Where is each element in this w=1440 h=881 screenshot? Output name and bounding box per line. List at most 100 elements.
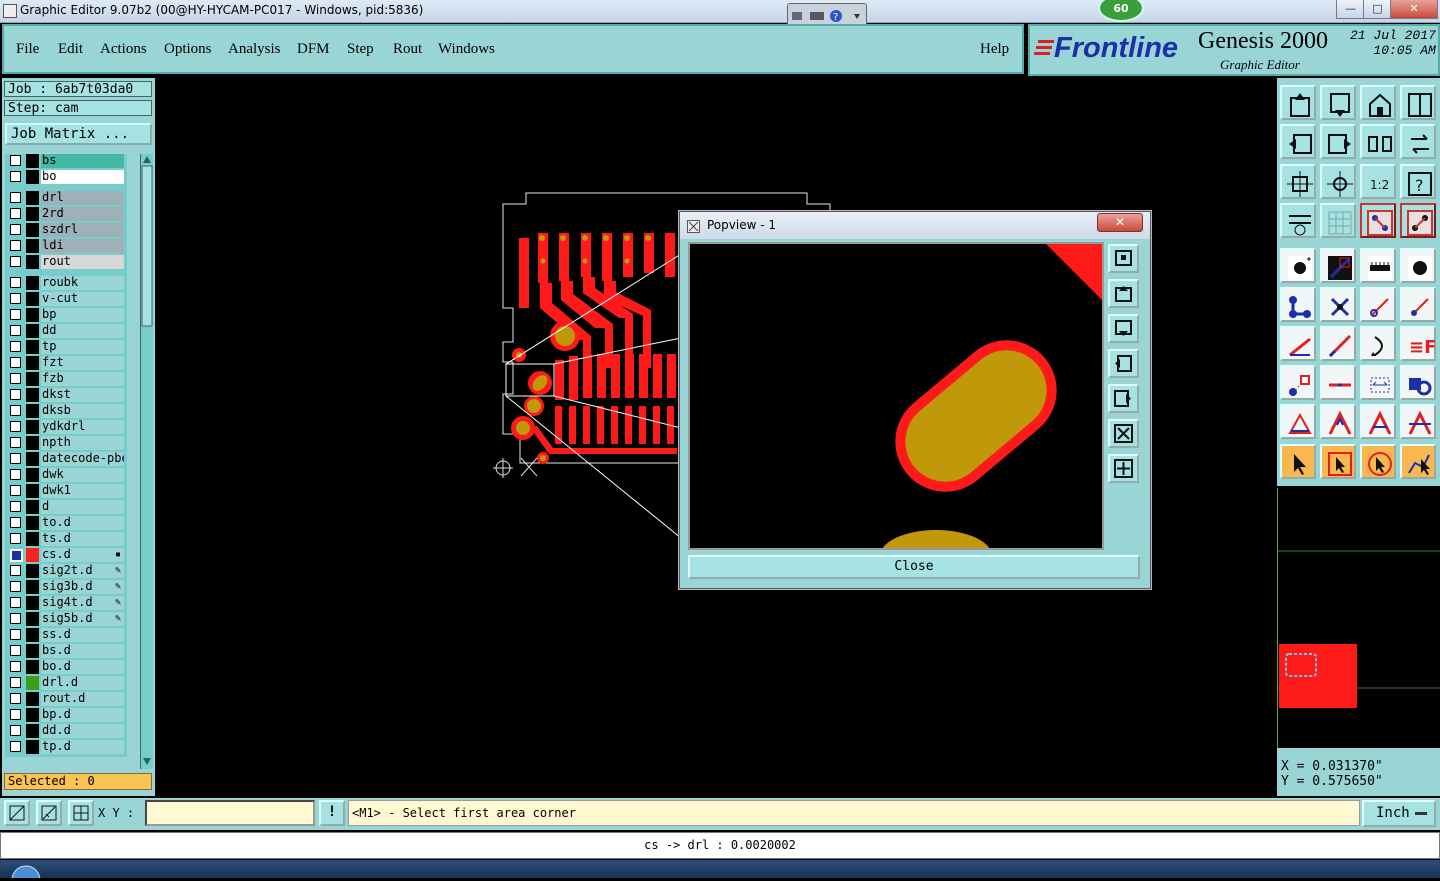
angle-line-button[interactable] xyxy=(1280,326,1316,361)
layer-name[interactable]: bp xyxy=(41,308,124,322)
layer-color-swatch[interactable] xyxy=(26,170,39,184)
select-box-button[interactable] xyxy=(1320,444,1356,479)
grid-mode-button[interactable] xyxy=(68,800,94,826)
layer-name[interactable]: bs.d xyxy=(41,644,124,658)
menu-windows[interactable]: Windows xyxy=(438,41,495,58)
layer-checkbox[interactable] xyxy=(10,155,21,166)
layer-color-swatch[interactable] xyxy=(26,388,39,402)
popview-pan-down-button[interactable] xyxy=(1108,314,1139,343)
layer-checkbox[interactable] xyxy=(10,437,21,448)
layer-checkbox[interactable] xyxy=(10,405,21,416)
layer-color-swatch[interactable] xyxy=(26,308,39,322)
start-button-icon[interactable] xyxy=(0,860,60,881)
layer-row[interactable]: dksb xyxy=(5,404,127,418)
layer-row[interactable]: sig5b.d ✎ xyxy=(5,612,127,626)
layer-row[interactable]: 2rd xyxy=(5,207,127,221)
menu-step[interactable]: Step xyxy=(347,41,374,58)
layer-row[interactable]: drl.d xyxy=(5,676,127,690)
menu-help[interactable]: Help xyxy=(980,41,1009,58)
layer-name[interactable]: dkst xyxy=(41,388,124,402)
layer-color-swatch[interactable] xyxy=(26,255,39,269)
layer-checkbox[interactable] xyxy=(10,357,21,368)
layer-row[interactable]: rout xyxy=(5,255,127,269)
popview-pan-up-button[interactable] xyxy=(1108,279,1139,308)
popview-zoom-out-button[interactable] xyxy=(1108,419,1139,448)
popview-close-x-button[interactable]: ✕ xyxy=(1097,213,1143,232)
popview-zoom-fit-button[interactable] xyxy=(1108,244,1139,273)
layer-checkbox[interactable] xyxy=(10,629,21,640)
layer-color-swatch[interactable] xyxy=(26,223,39,237)
grid-view-button[interactable] xyxy=(1320,203,1356,238)
add-line-button[interactable] xyxy=(1320,248,1356,283)
layer-row[interactable]: szdrl xyxy=(5,223,127,237)
layer-color-swatch[interactable] xyxy=(26,324,39,338)
layer-color-swatch[interactable] xyxy=(26,740,39,754)
layer-name[interactable]: bo xyxy=(41,170,124,184)
layer-checkbox[interactable] xyxy=(10,613,21,624)
menu-actions[interactable]: Actions xyxy=(100,41,147,58)
layer-color-swatch[interactable] xyxy=(26,292,39,306)
layer-color-swatch[interactable] xyxy=(26,532,39,546)
layer-name[interactable]: v-cut xyxy=(41,292,124,306)
layer-name[interactable]: szdrl xyxy=(41,223,124,237)
measure-mode-button[interactable] xyxy=(36,800,62,826)
layer-row[interactable]: dd.d xyxy=(5,724,127,738)
layer-color-swatch[interactable] xyxy=(26,404,39,418)
zoom-extents-button[interactable] xyxy=(1280,164,1316,199)
layer-color-swatch[interactable] xyxy=(26,500,39,514)
layer-row[interactable]: d xyxy=(5,500,127,514)
snap-mode-button[interactable] xyxy=(4,800,30,826)
layer-name[interactable]: ydkdrl xyxy=(41,420,124,434)
select-pointer-button[interactable] xyxy=(1280,444,1316,479)
layer-checkbox[interactable] xyxy=(10,309,21,320)
layer-checkbox[interactable] xyxy=(10,373,21,384)
help-button[interactable]: ? xyxy=(1400,164,1436,199)
layer-color-swatch[interactable] xyxy=(26,692,39,706)
layer-row[interactable]: dkst xyxy=(5,388,127,402)
select-path-button[interactable] xyxy=(1400,444,1436,479)
layer-checkbox[interactable] xyxy=(10,277,21,288)
layer-color-swatch[interactable] xyxy=(26,468,39,482)
arc-button[interactable] xyxy=(1360,326,1396,361)
layer-checkbox[interactable] xyxy=(10,240,21,251)
layer-row[interactable]: roubk xyxy=(5,276,127,290)
connect-pads-button[interactable] xyxy=(1280,287,1316,322)
layer-checkbox[interactable] xyxy=(10,709,21,720)
layer-name[interactable]: cs.d xyxy=(41,548,124,562)
layer-row[interactable]: sig4t.d ✎ xyxy=(5,596,127,610)
home-button[interactable] xyxy=(1360,85,1396,120)
layer-checkbox[interactable] xyxy=(10,293,21,304)
layer-row[interactable]: cs.d ▪ xyxy=(5,548,127,562)
contour-button[interactable] xyxy=(1400,404,1436,439)
layer-checkbox[interactable] xyxy=(10,565,21,576)
layer-name[interactable]: tp.d xyxy=(41,740,124,754)
layer-row[interactable]: dwk xyxy=(5,468,127,482)
scale-button[interactable]: 1:2 xyxy=(1360,164,1396,199)
layer-color-swatch[interactable] xyxy=(26,660,39,674)
menu-analysis[interactable]: Analysis xyxy=(228,41,281,58)
layer-name[interactable]: to.d xyxy=(41,516,124,530)
cross-delete-button[interactable] xyxy=(1320,287,1356,322)
layer-checkbox[interactable] xyxy=(10,581,21,592)
draw-line-button[interactable] xyxy=(1320,326,1356,361)
layer-name[interactable]: ts.d xyxy=(41,532,124,546)
layer-name[interactable]: sig5b.d xyxy=(41,612,124,626)
units-select[interactable]: Inch xyxy=(1362,800,1436,827)
layer-checkbox[interactable] xyxy=(10,224,21,235)
layer-row[interactable]: tp.d xyxy=(5,740,127,754)
select-circle-button[interactable] xyxy=(1360,444,1396,479)
layer-row[interactable]: ldi xyxy=(5,239,127,253)
move-right-button[interactable] xyxy=(1320,124,1356,159)
layer-name[interactable]: drl xyxy=(41,191,124,205)
layer-color-swatch[interactable] xyxy=(26,612,39,626)
layer-name[interactable]: bp.d xyxy=(41,708,124,722)
layer-color-swatch[interactable] xyxy=(26,420,39,434)
layer-color-swatch[interactable] xyxy=(26,154,39,168)
layer-name[interactable]: dwk xyxy=(41,468,124,482)
layer-row[interactable]: bs xyxy=(5,154,127,168)
line-end-button[interactable] xyxy=(1400,287,1436,322)
layer-name[interactable]: npth xyxy=(41,436,124,450)
menu-file[interactable]: File xyxy=(16,41,39,58)
mirror-button[interactable] xyxy=(1360,124,1396,159)
layer-color-swatch[interactable] xyxy=(26,356,39,370)
